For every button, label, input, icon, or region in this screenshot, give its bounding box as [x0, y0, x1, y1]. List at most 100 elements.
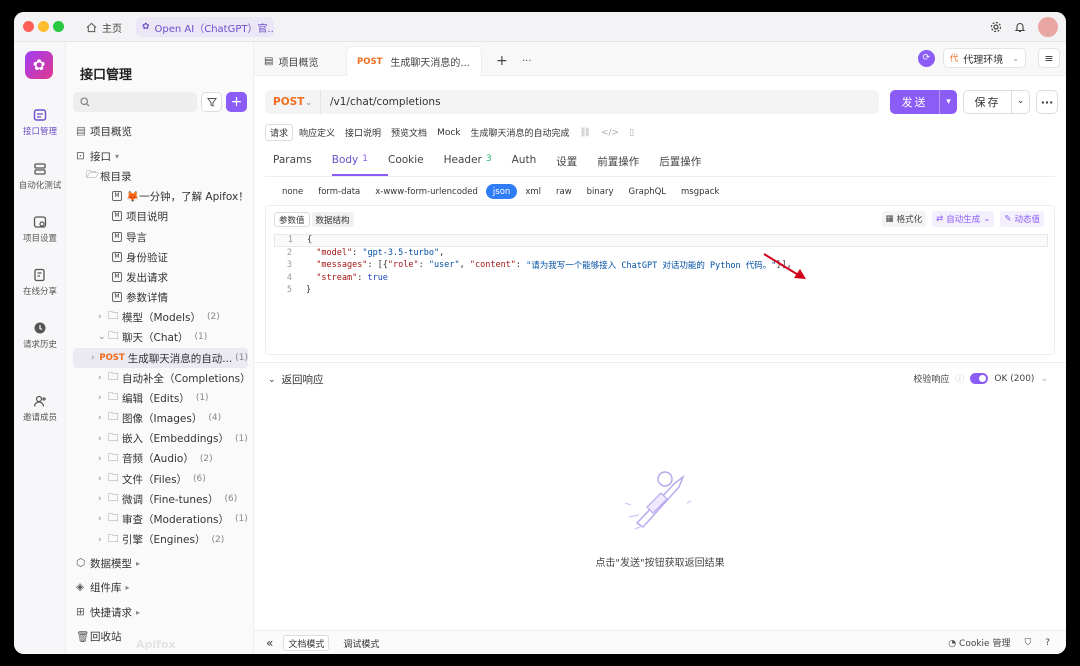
- body-type-form-data[interactable]: form-data: [311, 184, 367, 199]
- gear-icon[interactable]: [990, 21, 1002, 33]
- tab-前置操作[interactable]: 前置操作: [597, 154, 659, 176]
- dynamic-value-button[interactable]: ✎ 动态值: [1000, 211, 1044, 227]
- link-icon[interactable]: ⛓: [576, 124, 595, 141]
- chevron-right-icon: ›: [98, 393, 102, 404]
- status-select[interactable]: OK (200): [994, 374, 1034, 384]
- response-header[interactable]: ⌄ 返回响应: [268, 372, 324, 387]
- add-button[interactable]: +: [226, 92, 247, 112]
- tab-body[interactable]: Body 1: [331, 154, 388, 176]
- rail-item-online-share[interactable]: 在线分享: [14, 268, 66, 297]
- send-dropdown-icon[interactable]: ▾: [939, 90, 957, 114]
- tree-label: 快捷请求: [90, 606, 132, 619]
- search-input[interactable]: [73, 92, 197, 112]
- body-type-none[interactable]: none: [275, 184, 310, 199]
- collapse-icon[interactable]: «: [266, 636, 273, 650]
- body-type-raw[interactable]: raw: [549, 184, 579, 199]
- subtab-2[interactable]: 接口说明: [341, 124, 385, 141]
- doc-mode-button[interactable]: 文档模式: [283, 635, 330, 651]
- chevron-down-icon: ⌄: [98, 332, 106, 342]
- rail-item-api-management[interactable]: 接口管理: [14, 108, 66, 137]
- tree-label: 图像（Images）: [122, 412, 203, 425]
- body-type-xml[interactable]: xml: [518, 184, 548, 199]
- user-avatar[interactable]: [1038, 17, 1058, 37]
- shirt-icon[interactable]: ⛉: [1024, 638, 1031, 648]
- panel-icon[interactable]: ▯: [625, 124, 638, 141]
- subtab-0[interactable]: 请求: [265, 124, 294, 141]
- environment-select[interactable]: 代 代理环境 ⌄: [942, 48, 1026, 68]
- method-select[interactable]: POST ⌄: [265, 90, 321, 114]
- invite-icon: [33, 395, 46, 407]
- cookie-manage-button[interactable]: ◔ Cookie 管理: [948, 636, 1010, 649]
- layers-icon: ◈: [76, 581, 85, 593]
- project-tab[interactable]: ✿ Open AI（ChatGPT）官... ×: [136, 17, 274, 37]
- more-actions-button[interactable]: ···: [1036, 90, 1058, 114]
- code-line: 5}: [274, 284, 1048, 297]
- tree-item-overview[interactable]: ▤ 项目概览: [76, 121, 264, 141]
- help-circle-icon[interactable]: ?: [1045, 638, 1050, 648]
- debug-mode-button[interactable]: 调试模式: [339, 635, 383, 651]
- close-window-button[interactable]: [23, 21, 34, 32]
- tab-header[interactable]: Header 3: [444, 154, 512, 176]
- tab-current-request[interactable]: POST 生成聊天消息的...: [346, 46, 482, 76]
- tab-params[interactable]: Params: [273, 154, 332, 176]
- tree-item-interfaces[interactable]: ⊡ 接口 ▾: [76, 146, 264, 166]
- tree-item-data-models[interactable]: ⬡ 数据模型 ▸: [76, 553, 264, 573]
- tree-count: (1): [235, 433, 248, 444]
- home-label: 主页: [102, 23, 122, 35]
- auto-generate-button[interactable]: ⇄ 自动生成 ⌄: [932, 211, 995, 227]
- tab-cookie[interactable]: Cookie: [388, 154, 444, 176]
- rail-item-automation[interactable]: 自动化测试: [14, 162, 66, 191]
- menu-button[interactable]: ≡: [1038, 48, 1060, 68]
- tab-more-button[interactable]: ···: [512, 46, 542, 76]
- tree-count: (6): [193, 474, 206, 484]
- tab-data-structure[interactable]: 数据结构: [311, 212, 354, 227]
- tab-param-values[interactable]: 参数值: [274, 212, 310, 227]
- bell-icon[interactable]: [1014, 21, 1026, 33]
- subtab-3[interactable]: 预览文档: [387, 124, 431, 141]
- minimize-window-button[interactable]: [38, 21, 49, 32]
- tree-item-selected-endpoint[interactable]: › POST 生成聊天消息的自动... (1): [73, 348, 248, 368]
- body-type-msgpack[interactable]: msgpack: [674, 184, 726, 199]
- url-input[interactable]: /v1/chat/completions: [321, 96, 441, 108]
- tab-设置[interactable]: 设置: [556, 154, 597, 176]
- tree-item-shortcuts[interactable]: ⊞ 快捷请求 ▸: [76, 602, 264, 622]
- validate-toggle[interactable]: [970, 373, 989, 384]
- tab-后置操作[interactable]: 后置操作: [659, 154, 721, 176]
- tree-label: 微调（Fine-tunes）: [122, 493, 219, 506]
- body-type-x-www-form-urlencoded[interactable]: x-www-form-urlencoded: [368, 184, 485, 199]
- markdown-doc-icon: M: [112, 272, 122, 282]
- maximize-window-button[interactable]: [53, 21, 64, 32]
- code-area[interactable]: 1{ 2 "model": "gpt-3.5-turbo", 3 "messag…: [274, 234, 1048, 297]
- tab-auth[interactable]: Auth: [512, 154, 557, 176]
- sync-icon[interactable]: ⟳: [917, 49, 935, 67]
- body-type-GraphQL[interactable]: GraphQL: [622, 184, 674, 199]
- rail-item-request-history[interactable]: 请求历史: [14, 321, 66, 350]
- caret-right-icon: ▸: [136, 607, 141, 617]
- body-type-selector: none form-data x-www-form-urlencoded json xm…: [275, 184, 727, 199]
- home-tab[interactable]: 主页: [86, 18, 122, 36]
- code-token: true: [367, 272, 388, 283]
- env-label: 代理环境: [963, 54, 1004, 66]
- save-button[interactable]: 保存 ⌄: [963, 90, 1030, 114]
- titlebar-actions: [990, 17, 1058, 37]
- response-controls: 校验响应 ⓘ OK (200) ⌄: [913, 372, 1048, 385]
- tree-item-root[interactable]: 🗁 根目录: [86, 166, 274, 186]
- tree-item-components[interactable]: ◈ 组件库 ▸: [76, 577, 264, 597]
- subtab-4[interactable]: Mock: [433, 124, 464, 141]
- method-badge: POST: [99, 353, 125, 363]
- filter-button[interactable]: [201, 92, 222, 112]
- body-type-binary[interactable]: binary: [580, 184, 621, 199]
- format-icon: ▦: [885, 214, 894, 224]
- subtab-1[interactable]: 响应定义: [295, 124, 339, 141]
- environment-area: ⟳ 代 代理环境 ⌄: [917, 48, 1026, 68]
- body-type-json[interactable]: json: [485, 184, 518, 199]
- format-button[interactable]: ▦ 格式化: [881, 211, 927, 227]
- rail-item-invite-members[interactable]: 邀请成员: [14, 394, 66, 423]
- tab-project-overview[interactable]: ▤ 项目概览: [254, 46, 328, 76]
- send-button[interactable]: 发送 ▾: [890, 90, 957, 114]
- code-icon[interactable]: </>: [597, 124, 623, 141]
- rail-item-project-settings[interactable]: 项目设置: [14, 215, 66, 244]
- save-dropdown-icon[interactable]: ⌄: [1011, 90, 1029, 114]
- app-logo[interactable]: ✿: [25, 51, 53, 79]
- chevron-down-icon: ⌄: [983, 214, 991, 224]
